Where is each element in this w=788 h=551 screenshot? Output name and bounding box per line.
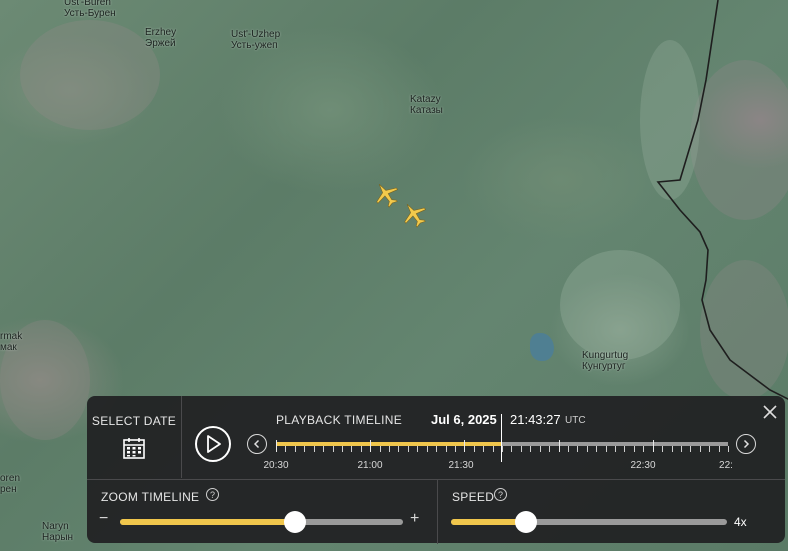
aircraft-icon[interactable] [400, 200, 428, 228]
timeline-next-button[interactable] [736, 434, 756, 454]
timeline-tick [681, 446, 682, 452]
place-mak: rmak мак [0, 331, 23, 353]
timeline-tick [624, 446, 625, 452]
timeline-tick [464, 440, 465, 452]
timeline-tick [615, 446, 616, 452]
timeline-tick [643, 446, 644, 452]
timeline-tick [370, 440, 371, 452]
timeline-tick [408, 446, 409, 452]
timeline-tick [493, 446, 494, 452]
timeline-tick [709, 446, 710, 452]
place-naryn: Naryn Нарын [42, 521, 74, 543]
timeline-tick [568, 446, 569, 452]
timeline-tick [728, 446, 729, 452]
timeline-tick [276, 440, 277, 452]
timeline-tick [577, 446, 578, 452]
speed-slider[interactable] [451, 511, 727, 533]
place-erzhey: Erzhey Эржей [145, 27, 177, 49]
timeline-tick [549, 446, 550, 452]
timeline-tick [606, 446, 607, 452]
timezone-label: UTC [565, 415, 586, 426]
timeline-tick [285, 446, 286, 452]
zoom-in-button[interactable]: + [410, 510, 419, 528]
zoom-out-button[interactable]: − [99, 510, 108, 528]
timeline-tick-label: 22:30 [630, 460, 656, 471]
play-icon [207, 435, 221, 453]
timeline-tick-label: 22: [719, 460, 733, 471]
timeline-tick [380, 446, 381, 452]
play-button[interactable] [195, 426, 231, 462]
timeline-tick [398, 446, 399, 452]
timeline-tick [700, 446, 701, 452]
speed-slider-handle[interactable] [514, 511, 537, 533]
timeline-tick-label: 21:00 [357, 460, 383, 471]
timeline-tick [502, 446, 503, 452]
timeline-tick [342, 446, 343, 452]
help-icon[interactable]: ? [206, 488, 219, 501]
place-kungurtug: Kungurtug Кунгуртуг [582, 350, 629, 372]
select-date-label: SELECT DATE [91, 414, 177, 428]
place-ust-uzhep: Ust'-Uzhep Усть-ужеп [231, 29, 281, 51]
timeline-tick [446, 446, 447, 452]
timeline-tick-label: 21:30 [448, 460, 474, 471]
zoom-timeline-title: ZOOM TIMELINE [101, 490, 200, 504]
help-icon[interactable]: ? [494, 488, 507, 501]
chevron-left-icon [253, 439, 260, 449]
timeline-tick [295, 446, 296, 452]
zoom-slider[interactable] [120, 511, 403, 533]
timeline-tick [436, 446, 437, 452]
timeline-tick [417, 446, 418, 452]
current-date: Jul 6, 2025 [431, 412, 497, 427]
country-border [656, 0, 788, 400]
timeline-tick [719, 446, 720, 452]
timeline-tick [389, 446, 390, 452]
current-time: 21:43:27 [510, 412, 561, 427]
playback-timeline-title: PLAYBACK TIMELINE [276, 413, 403, 427]
timeline-tick [483, 446, 484, 452]
speed-title: SPEED [452, 490, 495, 504]
timeline-tick [587, 446, 588, 452]
calendar-icon [123, 438, 145, 459]
timeline-tick [314, 446, 315, 452]
timeline-tick [653, 440, 654, 452]
speed-value: 4x [734, 515, 747, 529]
close-icon[interactable] [762, 404, 778, 420]
timeline-tick [690, 446, 691, 452]
timeline-tick [511, 446, 512, 452]
timeline-tick [596, 446, 597, 452]
timeline-tick [455, 446, 456, 452]
zoom-slider-handle[interactable] [284, 511, 307, 533]
timeline-tick [521, 446, 522, 452]
timeline-tick [361, 446, 362, 452]
timeline-tick-label: 20:30 [263, 460, 289, 471]
aircraft-icon[interactable] [372, 180, 400, 208]
timeline-tick [634, 446, 635, 452]
timeline-tick [530, 446, 531, 452]
select-date-button[interactable]: SELECT DATE [87, 396, 182, 478]
terrain-shade [20, 20, 160, 130]
place-oren: oren рен [0, 473, 21, 495]
timeline-tick [662, 446, 663, 452]
playback-panel: SELECT DATE PLAYBACK TIMELINE Jul 6, 202… [87, 396, 785, 544]
timeline-prev-button[interactable] [247, 434, 267, 454]
zoom-timeline-section: ZOOM TIMELINE ? − + [87, 479, 438, 544]
timeline-tick [304, 446, 305, 452]
timeline-tick [427, 446, 428, 452]
zoom-slider-fill [120, 519, 296, 525]
place-katazy: Katazy Катазы [410, 94, 443, 116]
chevron-right-icon [743, 439, 750, 449]
timeline-tick [559, 440, 560, 452]
timeline-tick [474, 446, 475, 452]
lake [530, 333, 554, 361]
timeline-tick [540, 446, 541, 452]
timeline-tick [333, 446, 334, 452]
timeline-cursor[interactable] [501, 414, 502, 462]
speed-section: SPEED ? 4x [438, 479, 785, 544]
place-ust-buren: Ust'-Buren Усть-Бурен [64, 0, 116, 19]
timeline-tick [351, 446, 352, 452]
timeline-tick [323, 446, 324, 452]
timeline-tick [672, 446, 673, 452]
timeline-ticks [276, 440, 729, 460]
